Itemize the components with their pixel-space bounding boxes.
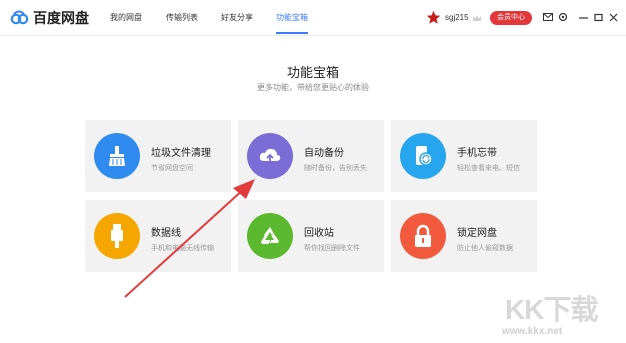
star-badge-icon: [426, 10, 441, 24]
broom-icon: [94, 133, 140, 179]
feature-title: 手机忘带: [457, 148, 497, 159]
page-title: 功能宝箱: [286, 65, 339, 80]
tab-friend-share[interactable]: 好友分享: [221, 0, 253, 36]
feature-card-phone-forget[interactable]: 手机忘带 轻松查看来电、短信: [391, 120, 537, 192]
close-icon[interactable]: [607, 11, 619, 23]
feature-card-auto-backup[interactable]: 自动备份 随时备份，告别丢失: [238, 120, 384, 192]
feature-title: 自动备份: [304, 148, 344, 159]
tab-toolbox[interactable]: 功能宝箱: [276, 0, 308, 36]
page-subtitle: 更多功能，带给您更贴心的体验: [257, 83, 369, 92]
feature-card-lock-disk[interactable]: 锁定网盘 防止他人偷窥数据: [391, 200, 537, 272]
tab-my-disk[interactable]: 我的网盘: [110, 0, 142, 36]
watermark-logo: KK下载: [505, 294, 598, 325]
lock-icon: [400, 213, 446, 259]
watermark-url: www.kkx.net: [502, 326, 563, 337]
maximize-icon[interactable]: [592, 11, 604, 23]
title-bar: 百度网盘 我的网盘 传输列表 好友分享 功能宝箱 sgj215 会员中心: [0, 0, 626, 36]
feature-desc: 随时备份，告别丢失: [304, 165, 367, 172]
feature-card-data-cable[interactable]: 数据线 手机和电脑无线传输: [85, 200, 231, 272]
feature-desc: 防止他人偷窥数据: [457, 245, 513, 252]
username: sgj215: [445, 13, 469, 22]
user-info[interactable]: sgj215: [426, 10, 482, 25]
feature-title: 数据线: [151, 228, 181, 239]
feature-title: 锁定网盘: [457, 228, 497, 239]
mail-icon[interactable]: [542, 11, 554, 23]
usb-icon: [94, 213, 140, 259]
cloud-logo-icon: [10, 10, 29, 25]
crown-icon: [472, 14, 481, 21]
cloud-upload-icon: [247, 133, 293, 179]
feature-title: 回收站: [304, 228, 334, 239]
feature-card-junk-clean[interactable]: 垃圾文件清理 节省网盘空间: [85, 120, 231, 192]
minimize-icon[interactable]: [577, 11, 589, 23]
feature-card-recycle-bin[interactable]: 回收站 帮你找回删除文件: [238, 200, 384, 272]
feature-title: 垃圾文件清理: [151, 148, 211, 159]
recycle-icon: [247, 213, 293, 259]
app-name: 百度网盘: [33, 10, 89, 26]
feature-desc: 轻松查看来电、短信: [457, 165, 520, 172]
gear-icon[interactable]: [557, 11, 569, 23]
feature-desc: 手机和电脑无线传输: [151, 245, 214, 252]
app-logo[interactable]: 百度网盘: [10, 8, 89, 28]
phone-sync-icon: [400, 133, 446, 179]
tab-transfer-list[interactable]: 传输列表: [166, 0, 198, 36]
feature-desc: 节省网盘空间: [151, 165, 193, 172]
feature-desc: 帮你找回删除文件: [304, 245, 360, 252]
vip-center-button[interactable]: 会员中心: [490, 11, 532, 25]
